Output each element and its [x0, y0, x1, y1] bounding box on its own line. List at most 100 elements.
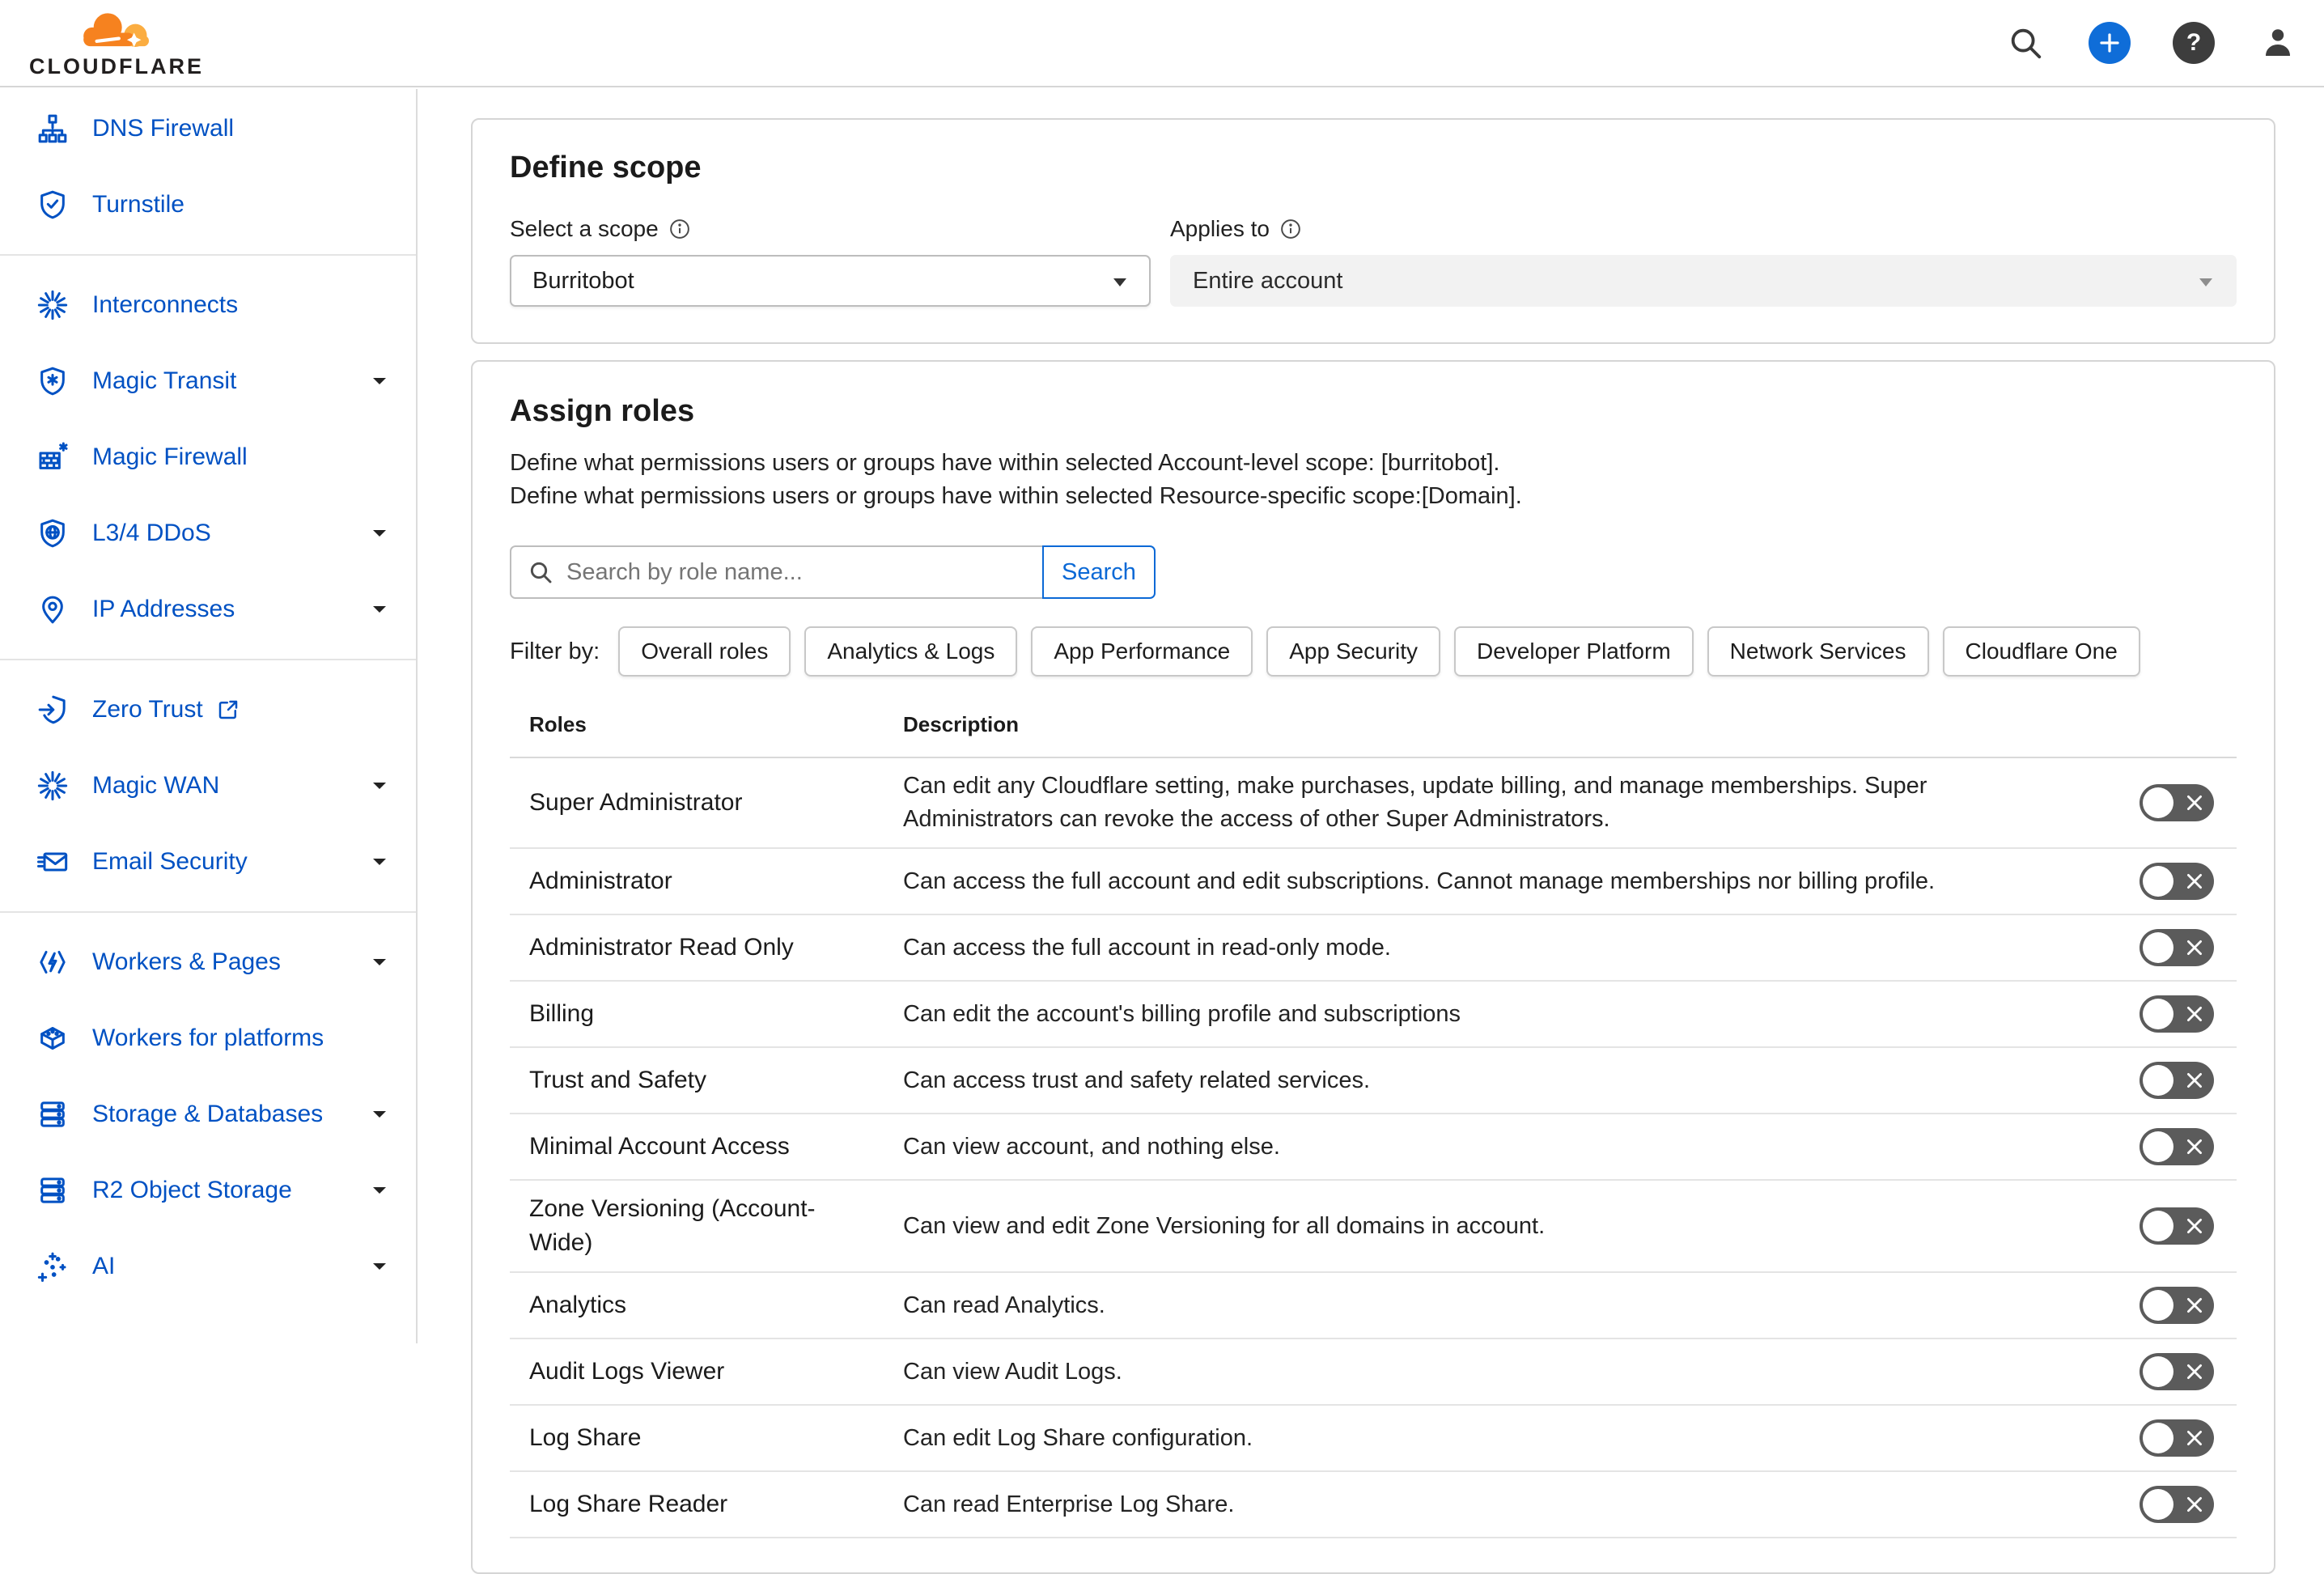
sidebar-item-label: Magic Transit — [92, 367, 236, 395]
shield-arrow-icon — [36, 693, 70, 727]
sidebar-item-label: Email Security — [92, 848, 248, 876]
role-name: Log Share Reader — [529, 1487, 903, 1521]
sidebar-item-turnstile[interactable]: Turnstile — [0, 167, 416, 243]
sidebar-item-label: Workers & Pages — [92, 948, 281, 976]
plus-icon — [2089, 22, 2131, 64]
sidebar-item-label: R2 Object Storage — [92, 1177, 292, 1204]
role-description: Can edit Log Share configuration. — [903, 1422, 2099, 1455]
role-toggle[interactable] — [2140, 1419, 2214, 1457]
applies-to-select[interactable]: Entire account — [1170, 255, 2237, 307]
info-icon[interactable] — [668, 218, 691, 240]
table-row: Analytics Can read Analytics. — [510, 1273, 2237, 1339]
role-toggle[interactable] — [2140, 863, 2214, 900]
role-name: Log Share — [529, 1421, 903, 1455]
sidebar-item-storage-databases[interactable]: Storage & Databases — [0, 1076, 416, 1152]
filter-developer-platform[interactable]: Developer Platform — [1454, 626, 1694, 677]
cloudflare-cloud-icon — [76, 10, 157, 56]
cube-icon — [36, 1021, 70, 1055]
chevron-down-icon[interactable] — [371, 957, 388, 968]
search-button[interactable]: Search — [1042, 545, 1156, 599]
role-description: Can read Analytics. — [903, 1289, 2099, 1322]
table-row: Zone Versioning (Account-Wide) Can view … — [510, 1181, 2237, 1273]
chevron-down-icon[interactable] — [371, 604, 388, 615]
role-description: Can edit the account's billing profile a… — [903, 998, 2099, 1031]
role-toggle[interactable] — [2140, 929, 2214, 966]
role-name: Administrator — [529, 864, 903, 898]
sidebar-item-workers-for-platforms[interactable]: Workers for platforms — [0, 1000, 416, 1076]
sidebar-item-magic-firewall[interactable]: Magic Firewall — [0, 419, 416, 495]
sidebar-item-l34-ddos[interactable]: L3/4 DDoS — [0, 495, 416, 571]
filter-cloudflare-one[interactable]: Cloudflare One — [1943, 626, 2140, 677]
sidebar-item-email-security[interactable]: Email Security — [0, 824, 416, 900]
sidebar-item-label: Workers for platforms — [92, 1025, 324, 1052]
filter-analytics-logs[interactable]: Analytics & Logs — [804, 626, 1017, 677]
table-row: Billing Can edit the account's billing p… — [510, 982, 2237, 1048]
scope-select-value: Burritobot — [532, 268, 634, 295]
brick-wall-asterisk-icon — [36, 440, 70, 474]
external-link-icon — [216, 698, 240, 722]
table-row: Trust and Safety Can access trust and sa… — [510, 1048, 2237, 1114]
role-name: Super Administrator — [529, 786, 903, 820]
info-icon[interactable] — [1279, 218, 1302, 240]
role-toggle[interactable] — [2140, 1486, 2214, 1523]
filter-app-performance[interactable]: App Performance — [1031, 626, 1253, 677]
role-name: Minimal Account Access — [529, 1130, 903, 1164]
chevron-down-icon[interactable] — [371, 1261, 388, 1272]
role-description: Can read Enterprise Log Share. — [903, 1488, 2099, 1521]
add-button[interactable] — [2088, 21, 2131, 65]
sidebar-item-dns-firewall[interactable]: DNS Firewall — [0, 91, 416, 167]
chevron-down-icon[interactable] — [371, 1185, 388, 1196]
search-icon — [528, 559, 553, 585]
role-toggle[interactable] — [2140, 1128, 2214, 1165]
sidebar-item-ai[interactable]: AI — [0, 1228, 416, 1305]
filter-network-services[interactable]: Network Services — [1707, 626, 1929, 677]
starburst-icon — [36, 769, 70, 803]
role-toggle[interactable] — [2140, 1353, 2214, 1390]
starburst-icon — [36, 288, 70, 322]
chevron-down-icon[interactable] — [371, 780, 388, 791]
role-name: Administrator Read Only — [529, 931, 903, 965]
assign-roles-card: Assign roles Define what permissions use… — [471, 360, 2275, 1574]
role-toggle[interactable] — [2140, 1287, 2214, 1324]
sidebar-item-r2-object-storage[interactable]: R2 Object Storage — [0, 1152, 416, 1228]
sidebar-item-interconnects[interactable]: Interconnects — [0, 267, 416, 343]
table-row: Administrator Can access the full accoun… — [510, 849, 2237, 915]
assign-roles-title: Assign roles — [510, 394, 2237, 429]
chevron-down-icon[interactable] — [371, 1109, 388, 1120]
sidebar-item-label: Magic WAN — [92, 772, 219, 800]
filter-overall-roles[interactable]: Overall roles — [618, 626, 791, 677]
sidebar-item-workers-pages[interactable]: Workers & Pages — [0, 924, 416, 1000]
role-description: Can access the full account in read-only… — [903, 931, 2099, 965]
scope-select[interactable]: Burritobot — [510, 255, 1151, 307]
role-toggle[interactable] — [2140, 1207, 2214, 1245]
role-description: Can edit any Cloudflare setting, make pu… — [903, 770, 2099, 836]
role-toggle[interactable] — [2140, 784, 2214, 821]
applies-to-label: Applies to — [1170, 216, 1270, 242]
sidebar-item-magic-transit[interactable]: Magic Transit — [0, 343, 416, 419]
chevron-down-icon[interactable] — [371, 375, 388, 387]
chevron-down-icon[interactable] — [371, 528, 388, 539]
role-description: Can access trust and safety related serv… — [903, 1064, 2099, 1097]
role-toggle[interactable] — [2140, 1062, 2214, 1099]
search-icon[interactable] — [2004, 21, 2047, 65]
role-description: Can view Audit Logs. — [903, 1356, 2099, 1389]
role-search-input[interactable] — [566, 559, 1003, 586]
sidebar-item-label: DNS Firewall — [92, 115, 234, 142]
cloudflare-logo[interactable]: CLOUDFLARE — [29, 10, 204, 79]
table-row: Log Share Can edit Log Share configurati… — [510, 1406, 2237, 1472]
role-name: Audit Logs Viewer — [529, 1355, 903, 1389]
role-search-box — [510, 545, 1044, 599]
filter-app-security[interactable]: App Security — [1266, 626, 1440, 677]
question-icon: ? — [2173, 22, 2215, 64]
role-name: Zone Versioning (Account-Wide) — [529, 1192, 903, 1260]
chevron-down-icon[interactable] — [371, 856, 388, 868]
sidebar-item-magic-wan[interactable]: Magic WAN — [0, 748, 416, 824]
help-button[interactable]: ? — [2172, 21, 2216, 65]
role-toggle[interactable] — [2140, 995, 2214, 1033]
sidebar-item-zero-trust[interactable]: Zero Trust — [0, 672, 416, 748]
user-icon — [2258, 23, 2297, 62]
main-content: Define scope Select a scope Burritobot — [471, 87, 2275, 1574]
top-header: CLOUDFLARE ? — [0, 0, 2324, 87]
account-button[interactable] — [2256, 21, 2300, 65]
sidebar-item-ip-addresses[interactable]: IP Addresses — [0, 571, 416, 647]
